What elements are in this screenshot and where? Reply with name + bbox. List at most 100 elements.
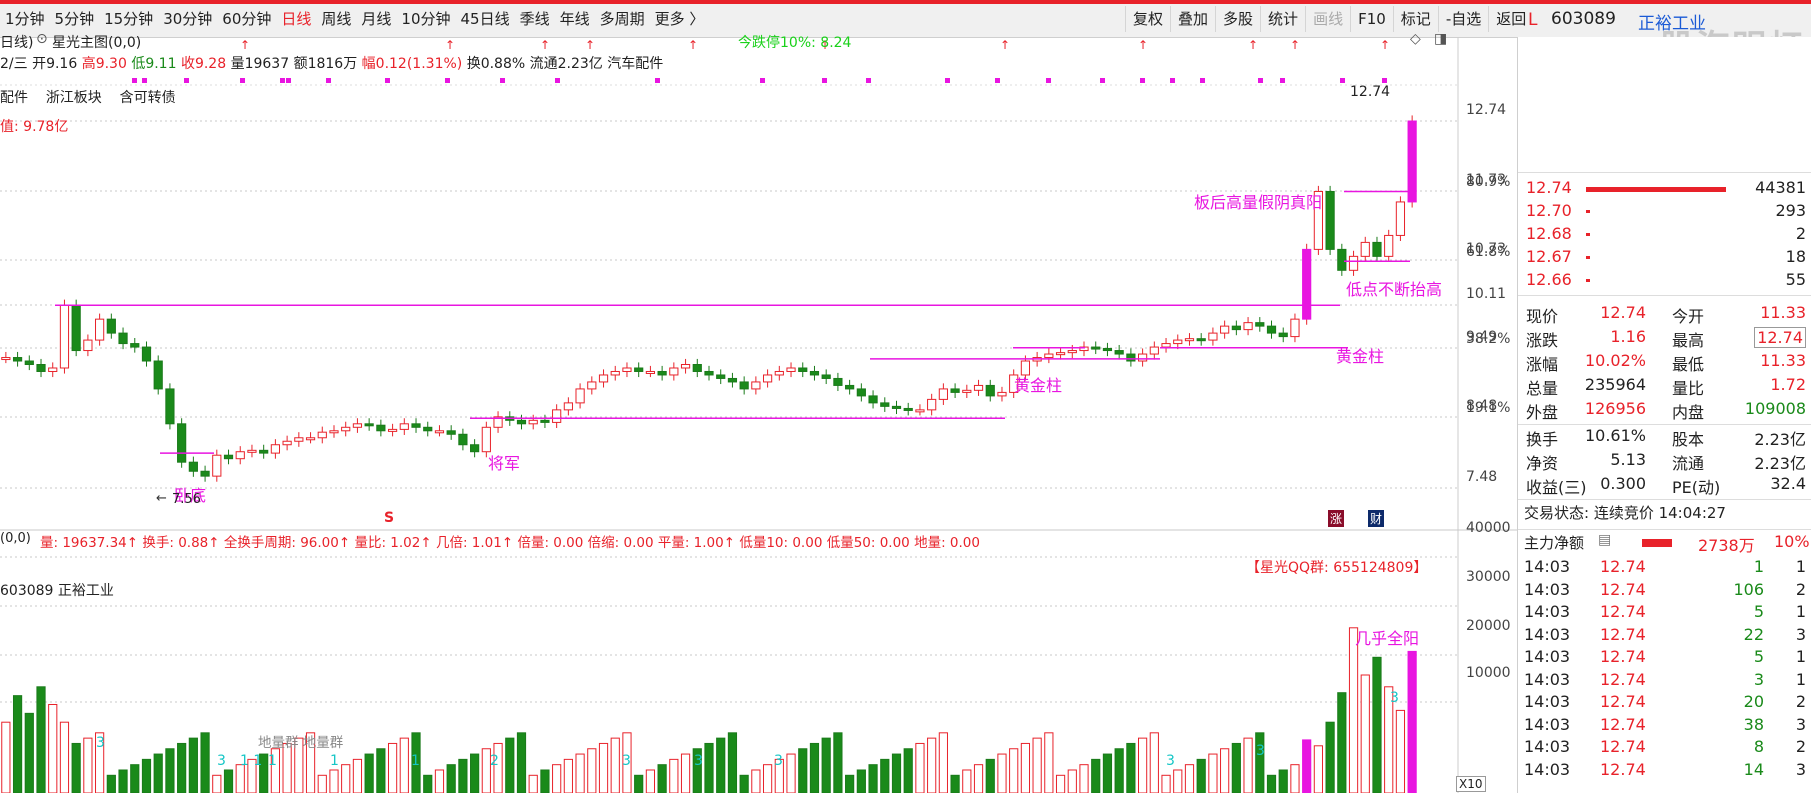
candle-body <box>516 419 527 425</box>
indicator-dropdown-icon[interactable]: ⊙ <box>36 31 48 47</box>
volume-bar <box>833 732 843 793</box>
tag-3[interactable]: 含可转债 <box>120 90 176 106</box>
candle-body <box>212 454 222 477</box>
main-flow-icon[interactable]: ▤ <box>1598 532 1611 548</box>
limit-up-badge[interactable]: 涨 <box>1328 510 1345 527</box>
info-high: 高9.30 <box>81 56 127 72</box>
divider <box>1518 424 1811 425</box>
candle-body <box>762 374 773 383</box>
tick-row[interactable]: 14:03 12.74 8 2 <box>1518 737 1811 759</box>
quote-label: 总量 <box>1526 379 1559 398</box>
period-tab-7[interactable]: 月线 <box>356 8 396 30</box>
finance-badge[interactable]: 财 <box>1368 510 1385 527</box>
tool-button-6[interactable]: 标记 <box>1392 6 1438 32</box>
volume-bar <box>83 737 93 793</box>
candle-body <box>1173 339 1183 345</box>
period-tab-8[interactable]: 10分钟 <box>396 8 455 30</box>
candle-body <box>1138 353 1148 362</box>
order-book-row[interactable]: 12.66 55 <box>1518 270 1811 292</box>
tick-row[interactable]: 14:03 12.74 106 2 <box>1518 580 1811 602</box>
volume-bar <box>786 753 796 793</box>
candle-body <box>786 367 796 372</box>
tool-button-4[interactable]: 画线 <box>1305 6 1350 32</box>
period-tab-4[interactable]: 60分钟 <box>217 8 276 30</box>
volume-cyan-mark: 3 <box>694 753 703 769</box>
period-tab-3[interactable]: 30分钟 <box>158 8 217 30</box>
tick-count: 1 <box>1795 557 1806 576</box>
order-book-row[interactable]: 12.74 44381 <box>1518 178 1811 200</box>
candle-body <box>845 384 855 390</box>
signal-s-icon[interactable]: S <box>384 510 394 526</box>
tick-row[interactable]: 14:03 12.74 38 3 <box>1518 715 1811 737</box>
main-flow-row: 主力净额 ▤ 2738万 10% <box>1518 529 1811 555</box>
volume-bar <box>446 764 456 793</box>
candle-body <box>903 407 913 411</box>
volume-bar <box>106 774 116 793</box>
candle-body <box>36 364 46 372</box>
tick-count: 3 <box>1795 624 1806 644</box>
chart-tools: 复权 叠加 多股 统计 画线 F10 标记 -自选 返回 <box>1125 6 1533 32</box>
order-book-row[interactable]: 12.68 2 <box>1518 224 1811 246</box>
info-industry: 汽车配件 <box>607 56 664 72</box>
tool-button-0[interactable]: 复权 <box>1125 6 1170 32</box>
order-book-row[interactable]: 12.70 293 <box>1518 201 1811 223</box>
period-tab-2[interactable]: 15分钟 <box>99 8 158 30</box>
limit-down-label: 今跌停10%: 8.24 <box>738 35 852 51</box>
volume-bar <box>563 758 573 793</box>
candle-body <box>1161 343 1171 348</box>
kline-chart[interactable]: ↑ ↑ ↑ ↑ ↑ ↑ ↑ ↑ ↑ ↑ ↑ <box>0 37 1517 793</box>
info-turnover: 换0.88% <box>466 56 526 72</box>
period-tab-12[interactable]: 多周期 <box>595 8 650 30</box>
tick-row[interactable]: 14:03 12.74 22 3 <box>1518 625 1811 647</box>
up-arrow-icon: ↑ <box>1248 38 1258 52</box>
period-tab-10[interactable]: 季线 <box>515 8 555 30</box>
candle-body <box>821 374 831 379</box>
period-tab-13[interactable]: 更多 〉 <box>650 8 710 30</box>
period-tab-0[interactable]: 1分钟 <box>0 8 50 30</box>
panel-toggle-icon[interactable]: ◨ <box>1434 31 1447 47</box>
pct-axis-label: 38.2% <box>1466 331 1511 347</box>
tool-button-3[interactable]: 统计 <box>1260 6 1305 32</box>
period-tab-1[interactable]: 5分钟 <box>50 8 100 30</box>
tick-row[interactable]: 14:03 12.74 20 2 <box>1518 692 1811 714</box>
info-float: 流通2.23亿 <box>529 56 603 72</box>
signal-dot <box>995 78 1000 83</box>
tick-row[interactable]: 14:03 12.74 5 1 <box>1518 602 1811 624</box>
tool-button-2[interactable]: 多股 <box>1215 6 1260 32</box>
tag-2[interactable]: 浙江板块 <box>46 90 102 106</box>
tag-1[interactable]: 配件 <box>0 90 28 106</box>
tick-row[interactable]: 14:03 12.74 3 1 <box>1518 670 1811 692</box>
volume-bar <box>1149 732 1159 793</box>
order-book-row[interactable]: 12.67 18 <box>1518 247 1811 269</box>
period-tab-9[interactable]: 45日线 <box>456 8 515 30</box>
tick-row[interactable]: 14:03 12.74 1 1 <box>1518 557 1811 579</box>
tool-button-1[interactable]: 叠加 <box>1170 6 1215 32</box>
tick-price: 12.74 <box>1600 714 1646 734</box>
diamond-icon[interactable]: ◇ <box>1410 31 1421 47</box>
candle-body <box>1149 346 1159 355</box>
candle-body <box>1384 234 1394 257</box>
volume-bar <box>1102 753 1113 793</box>
volume-bar <box>891 753 902 793</box>
tick-row[interactable]: 14:03 12.74 5 1 <box>1518 647 1811 669</box>
volume-axis-label: 20000 <box>1466 618 1511 634</box>
candle-body <box>387 428 398 432</box>
period-tab-5[interactable]: 日线 <box>276 8 316 30</box>
zoom-button[interactable]: X10 <box>1456 776 1486 792</box>
annotation-higher-lows: 低点不断抬高 <box>1346 280 1443 299</box>
up-arrow-icon: ↑ <box>688 38 698 52</box>
tool-button-7[interactable]: -自选 <box>1437 6 1488 32</box>
annotation-fake-yin: 板后高量假阴真阳 <box>1194 193 1323 212</box>
candle-body <box>481 426 491 453</box>
tool-button-5[interactable]: F10 <box>1350 6 1393 32</box>
tick-price: 12.74 <box>1600 557 1646 576</box>
candle-body <box>141 346 152 362</box>
tick-row[interactable]: 14:03 12.74 14 3 <box>1518 760 1811 782</box>
volume-bar <box>1067 769 1077 793</box>
volume-cyan-mark: 1 <box>411 753 420 769</box>
period-tab-6[interactable]: 周线 <box>316 8 356 30</box>
volume-bar <box>71 742 81 793</box>
indicator-name[interactable]: 星光主图(0,0) <box>52 32 141 52</box>
main-flow-pct: 10% <box>1774 532 1810 551</box>
period-tab-11[interactable]: 年线 <box>555 8 595 30</box>
